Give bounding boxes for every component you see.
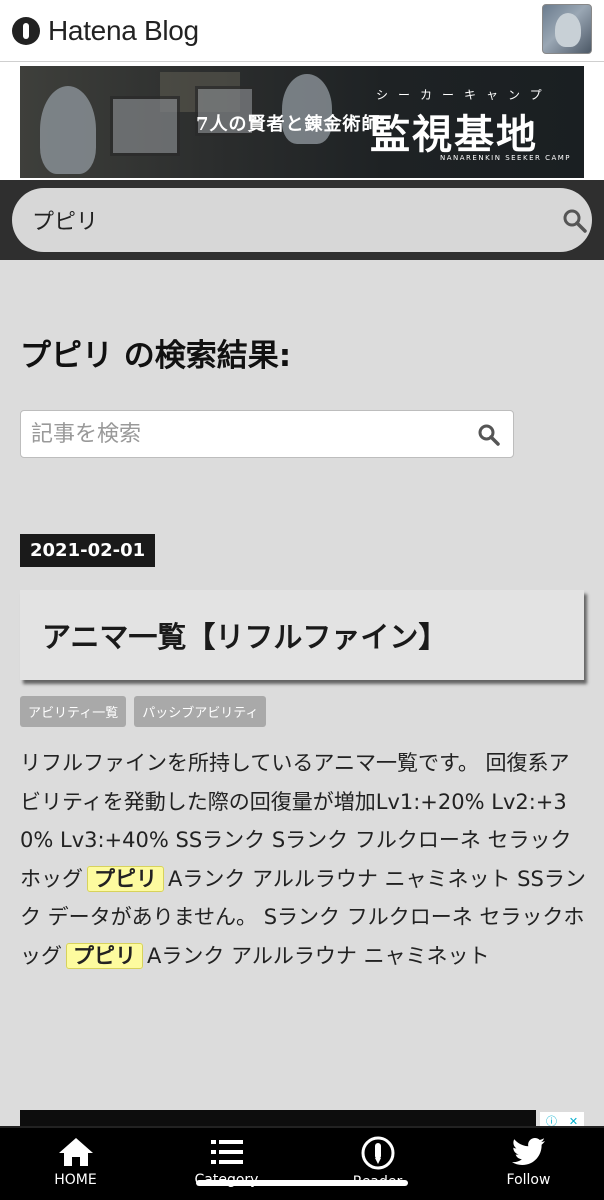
header-search-field[interactable]: プピリ: [12, 188, 592, 252]
banner-subtitle: 7人の賢者と錬金術師: [196, 114, 381, 135]
header-search-band: プピリ: [0, 180, 604, 260]
banner-monitor-graphic: [110, 96, 180, 156]
home-indicator[interactable]: [196, 1180, 408, 1186]
excerpt-text: Aランク アルルラウナ ニャミネット: [147, 943, 490, 968]
brand-name: Hatena Blog: [48, 14, 199, 46]
nav-home[interactable]: HOME: [0, 1128, 151, 1200]
banner-kana: シーカーキャンプ: [376, 88, 552, 102]
hatena-blog-logo[interactable]: Hatena Blog: [12, 15, 199, 47]
nav-follow-label: Follow: [506, 1172, 551, 1188]
article-date[interactable]: 2021-02-01: [20, 534, 156, 567]
twitter-icon: [511, 1138, 545, 1165]
pen-icon: [361, 1136, 394, 1170]
banner-figure-graphic: [40, 86, 96, 174]
nav-follow[interactable]: Follow: [453, 1128, 604, 1200]
hatena-top-bar: Hatena Blog: [0, 0, 604, 62]
article-search-input[interactable]: [31, 421, 471, 447]
article-excerpt: リフルファインを所持しているアニマ一覧です。 回復系アビリティを発動した際の回復…: [20, 744, 586, 975]
blog-header-banner[interactable]: シーカーキャンプ 7人の賢者と錬金術師 監視基地 NANARENKIN SEEK…: [20, 66, 584, 178]
search-results-heading: プピリ の検索結果:: [20, 338, 292, 374]
article-search-box: [20, 410, 514, 458]
nav-category[interactable]: Category: [151, 1128, 302, 1200]
search-keyword-highlight: プピリ: [87, 865, 164, 892]
home-icon: [58, 1138, 93, 1166]
category-tag[interactable]: パッシブアビリティ: [134, 696, 267, 727]
header-search-value: プピリ: [32, 210, 99, 235]
search-keyword-highlight: プピリ: [66, 942, 143, 969]
article-title-box[interactable]: アニマ一覧【リフルファイン】: [20, 590, 584, 680]
avatar-bird-image: [555, 13, 581, 47]
search-icon[interactable]: [477, 423, 501, 451]
list-icon: [210, 1140, 243, 1164]
banner-english-subtitle: NANARENKIN SEEKER CAMP: [440, 154, 572, 162]
hatena-pen-icon: [12, 16, 40, 45]
article-title[interactable]: アニマ一覧【リフルファイン】: [42, 614, 447, 656]
article-categories: アビリティ一覧 パッシブアビリティ: [20, 696, 267, 727]
nav-home-label: HOME: [54, 1172, 97, 1188]
category-tag[interactable]: アビリティ一覧: [20, 696, 127, 727]
user-avatar[interactable]: [542, 4, 592, 54]
bottom-navigation: HOME Category Reader Follow: [0, 1126, 604, 1200]
banner-title: 監視基地: [370, 111, 538, 158]
nav-reader[interactable]: Reader: [302, 1128, 453, 1200]
search-icon[interactable]: [562, 208, 588, 238]
blog-header: シーカーキャンプ 7人の賢者と錬金術師 監視基地 NANARENKIN SEEK…: [0, 62, 604, 180]
